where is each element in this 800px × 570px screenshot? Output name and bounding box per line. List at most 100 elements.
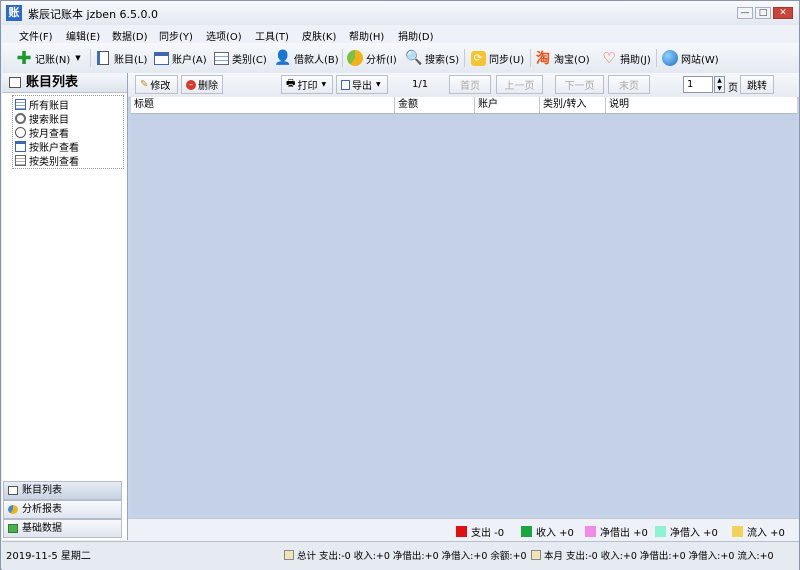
nav-account-list[interactable]: 账目列表 xyxy=(3,481,122,500)
tree-item-all[interactable]: 所有账目 xyxy=(15,97,69,112)
donate-button[interactable]: ♡ 捐助(J) xyxy=(600,47,651,69)
tree-item-by-category[interactable]: 按类别查看 xyxy=(15,153,79,168)
close-button[interactable]: ✕ xyxy=(773,7,793,19)
maximize-button[interactable]: □ xyxy=(755,7,771,19)
last-page-button[interactable]: 末页 xyxy=(608,75,650,94)
printer-icon: 🖶 xyxy=(286,78,296,89)
sync-button[interactable]: ⟳ 同步(U) xyxy=(469,47,524,69)
delete-icon: – xyxy=(186,79,196,90)
app-window: 账 紫辰记账本 jzben 6.5.0.0 — □ ✕ 文件(F) 编辑(E) … xyxy=(0,0,800,570)
column-amount[interactable]: 金额 xyxy=(395,97,475,113)
borrower-button[interactable]: 👤 借款人(B) xyxy=(274,47,338,69)
expense-swatch xyxy=(456,526,467,537)
title-bar[interactable]: 账 紫辰记账本 jzben 6.5.0.0 — □ ✕ xyxy=(1,1,799,25)
grid-header: 标题 金额 账户 类别/转入 说明 xyxy=(131,97,797,114)
legend-expense: 支出 -0 xyxy=(456,524,504,539)
menu-edit[interactable]: 编辑(E) xyxy=(66,28,100,43)
page-indicator: 1/1 xyxy=(412,79,429,90)
legend-inflow: 流入 +0 xyxy=(732,524,785,539)
edit-button[interactable]: ✎ 修改 xyxy=(135,75,178,94)
income-swatch xyxy=(521,526,532,537)
page-number-input[interactable] xyxy=(683,76,713,93)
main-toolbar: ✚ 记账(N) ▼ 账目(L) 账户(A) 类别(C) 👤 借款人(B) 分析(… xyxy=(2,43,799,74)
menu-donate[interactable]: 捐助(D) xyxy=(398,28,434,43)
taobao-button[interactable]: 淘 淘宝(O) xyxy=(534,47,590,69)
tree-item-by-month[interactable]: 按月查看 xyxy=(15,125,69,140)
main-panel: ✎ 修改 – 删除 🖶 打印 ▼ 导出 ▼ 1/1 首页 上一页 下一页 末页 xyxy=(128,73,799,541)
person-icon: 👤 xyxy=(274,50,292,66)
column-title[interactable]: 标题 xyxy=(131,97,395,113)
legend-net-borrowed: 净借入 +0 xyxy=(655,524,718,539)
website-button[interactable]: 网站(W) xyxy=(661,47,719,69)
record-button[interactable]: ✚ 记账(N) ▼ xyxy=(15,47,81,69)
column-account[interactable]: 账户 xyxy=(475,97,540,113)
calendar-icon xyxy=(531,550,541,560)
accounts-button[interactable]: 账目(L) xyxy=(94,47,147,69)
menu-sync[interactable]: 同步(Y) xyxy=(159,28,193,43)
status-bar: 2019-11-5 星期二 总计 支出:-0 收入:+0 净借出:+0 净借入:… xyxy=(2,541,799,570)
ledger-icon xyxy=(94,49,112,67)
tree-item-search[interactable]: 搜索账目 xyxy=(15,111,69,126)
edit-icon: ✎ xyxy=(140,79,149,90)
chevron-down-icon: ▼ xyxy=(75,54,81,62)
app-icon: 账 xyxy=(6,5,22,21)
nav-analysis-report[interactable]: 分析报表 xyxy=(3,500,122,519)
tree-item-by-account[interactable]: 按账户查看 xyxy=(15,139,79,154)
prev-page-button[interactable]: 上一页 xyxy=(496,75,543,94)
menu-help[interactable]: 帮助(H) xyxy=(349,28,384,43)
data-icon xyxy=(8,524,18,533)
inflow-swatch xyxy=(732,526,743,537)
status-total: 总计 支出:-0 收入:+0 净借出:+0 净借入:+0 余额:+0 xyxy=(284,548,527,562)
sync-icon: ⟳ xyxy=(469,49,487,67)
jump-button[interactable]: 跳转 xyxy=(740,75,774,94)
menu-bar: 文件(F) 编辑(E) 数据(D) 同步(Y) 选项(O) 工具(T) 皮肤(K… xyxy=(2,25,799,43)
chevron-down-icon: ▼ xyxy=(376,81,381,88)
print-button[interactable]: 🖶 打印 ▼ xyxy=(281,75,333,94)
category-list-icon xyxy=(15,154,26,166)
menu-data[interactable]: 数据(D) xyxy=(112,28,148,43)
status-date: 2019-11-5 星期二 xyxy=(6,551,91,562)
export-button[interactable]: 导出 ▼ xyxy=(336,75,388,94)
legend-net-lent: 净借出 +0 xyxy=(585,524,648,539)
analysis-button[interactable]: 分析(I) xyxy=(346,47,397,69)
list-toolbar: ✎ 修改 – 删除 🖶 打印 ▼ 导出 ▼ 1/1 首页 上一页 下一页 末页 xyxy=(128,73,799,98)
taobao-icon: 淘 xyxy=(536,51,550,67)
chevron-down-icon: ▼ xyxy=(321,81,327,88)
clock-icon xyxy=(15,126,26,138)
minimize-button[interactable]: — xyxy=(737,7,753,19)
window-icon xyxy=(15,140,26,152)
search-button[interactable]: 🔍 搜索(S) xyxy=(405,47,459,69)
menu-file[interactable]: 文件(F) xyxy=(19,28,53,43)
pie-chart-icon xyxy=(8,505,18,514)
globe-icon xyxy=(661,49,679,67)
search-icon: 🔍 xyxy=(405,50,423,66)
toolbar-separator xyxy=(342,49,343,67)
sidebar: 账目列表 所有账目 搜索账目 按月查看 按账户查看 按类别查看 账目列表 分析报… xyxy=(2,73,128,540)
delete-button[interactable]: – 删除 xyxy=(181,75,223,94)
window-icon xyxy=(152,49,170,67)
pie-chart-icon xyxy=(346,49,364,67)
sidebar-title: 账目列表 xyxy=(2,73,127,93)
category-button[interactable]: 类别(C) xyxy=(212,47,267,69)
column-note[interactable]: 说明 xyxy=(606,97,797,113)
page-unit-label: 页 xyxy=(728,83,738,94)
toolbar-separator xyxy=(464,49,465,67)
legend-income: 收入 +0 xyxy=(521,524,574,539)
account-button[interactable]: 账户(A) xyxy=(152,47,207,69)
net-borrowed-swatch xyxy=(655,526,666,537)
export-icon xyxy=(341,79,350,90)
menu-tools[interactable]: 工具(T) xyxy=(255,28,289,43)
toolbar-separator xyxy=(530,49,531,67)
nav-basic-data[interactable]: 基础数据 xyxy=(3,519,122,538)
summary-icon xyxy=(284,550,294,560)
records-grid[interactable] xyxy=(131,114,797,514)
next-page-button[interactable]: 下一页 xyxy=(555,75,604,94)
first-page-button[interactable]: 首页 xyxy=(449,75,491,94)
net-lent-swatch xyxy=(585,526,596,537)
menu-skin[interactable]: 皮肤(K) xyxy=(302,28,336,43)
column-category[interactable]: 类别/转入 xyxy=(540,97,606,113)
legend-bar: 支出 -0 收入 +0 净借出 +0 净借入 +0 流入 +0 xyxy=(128,518,799,541)
list-icon xyxy=(8,486,18,495)
page-spinner[interactable]: ▲ ▼ xyxy=(714,76,725,93)
menu-options[interactable]: 选项(O) xyxy=(206,28,242,43)
